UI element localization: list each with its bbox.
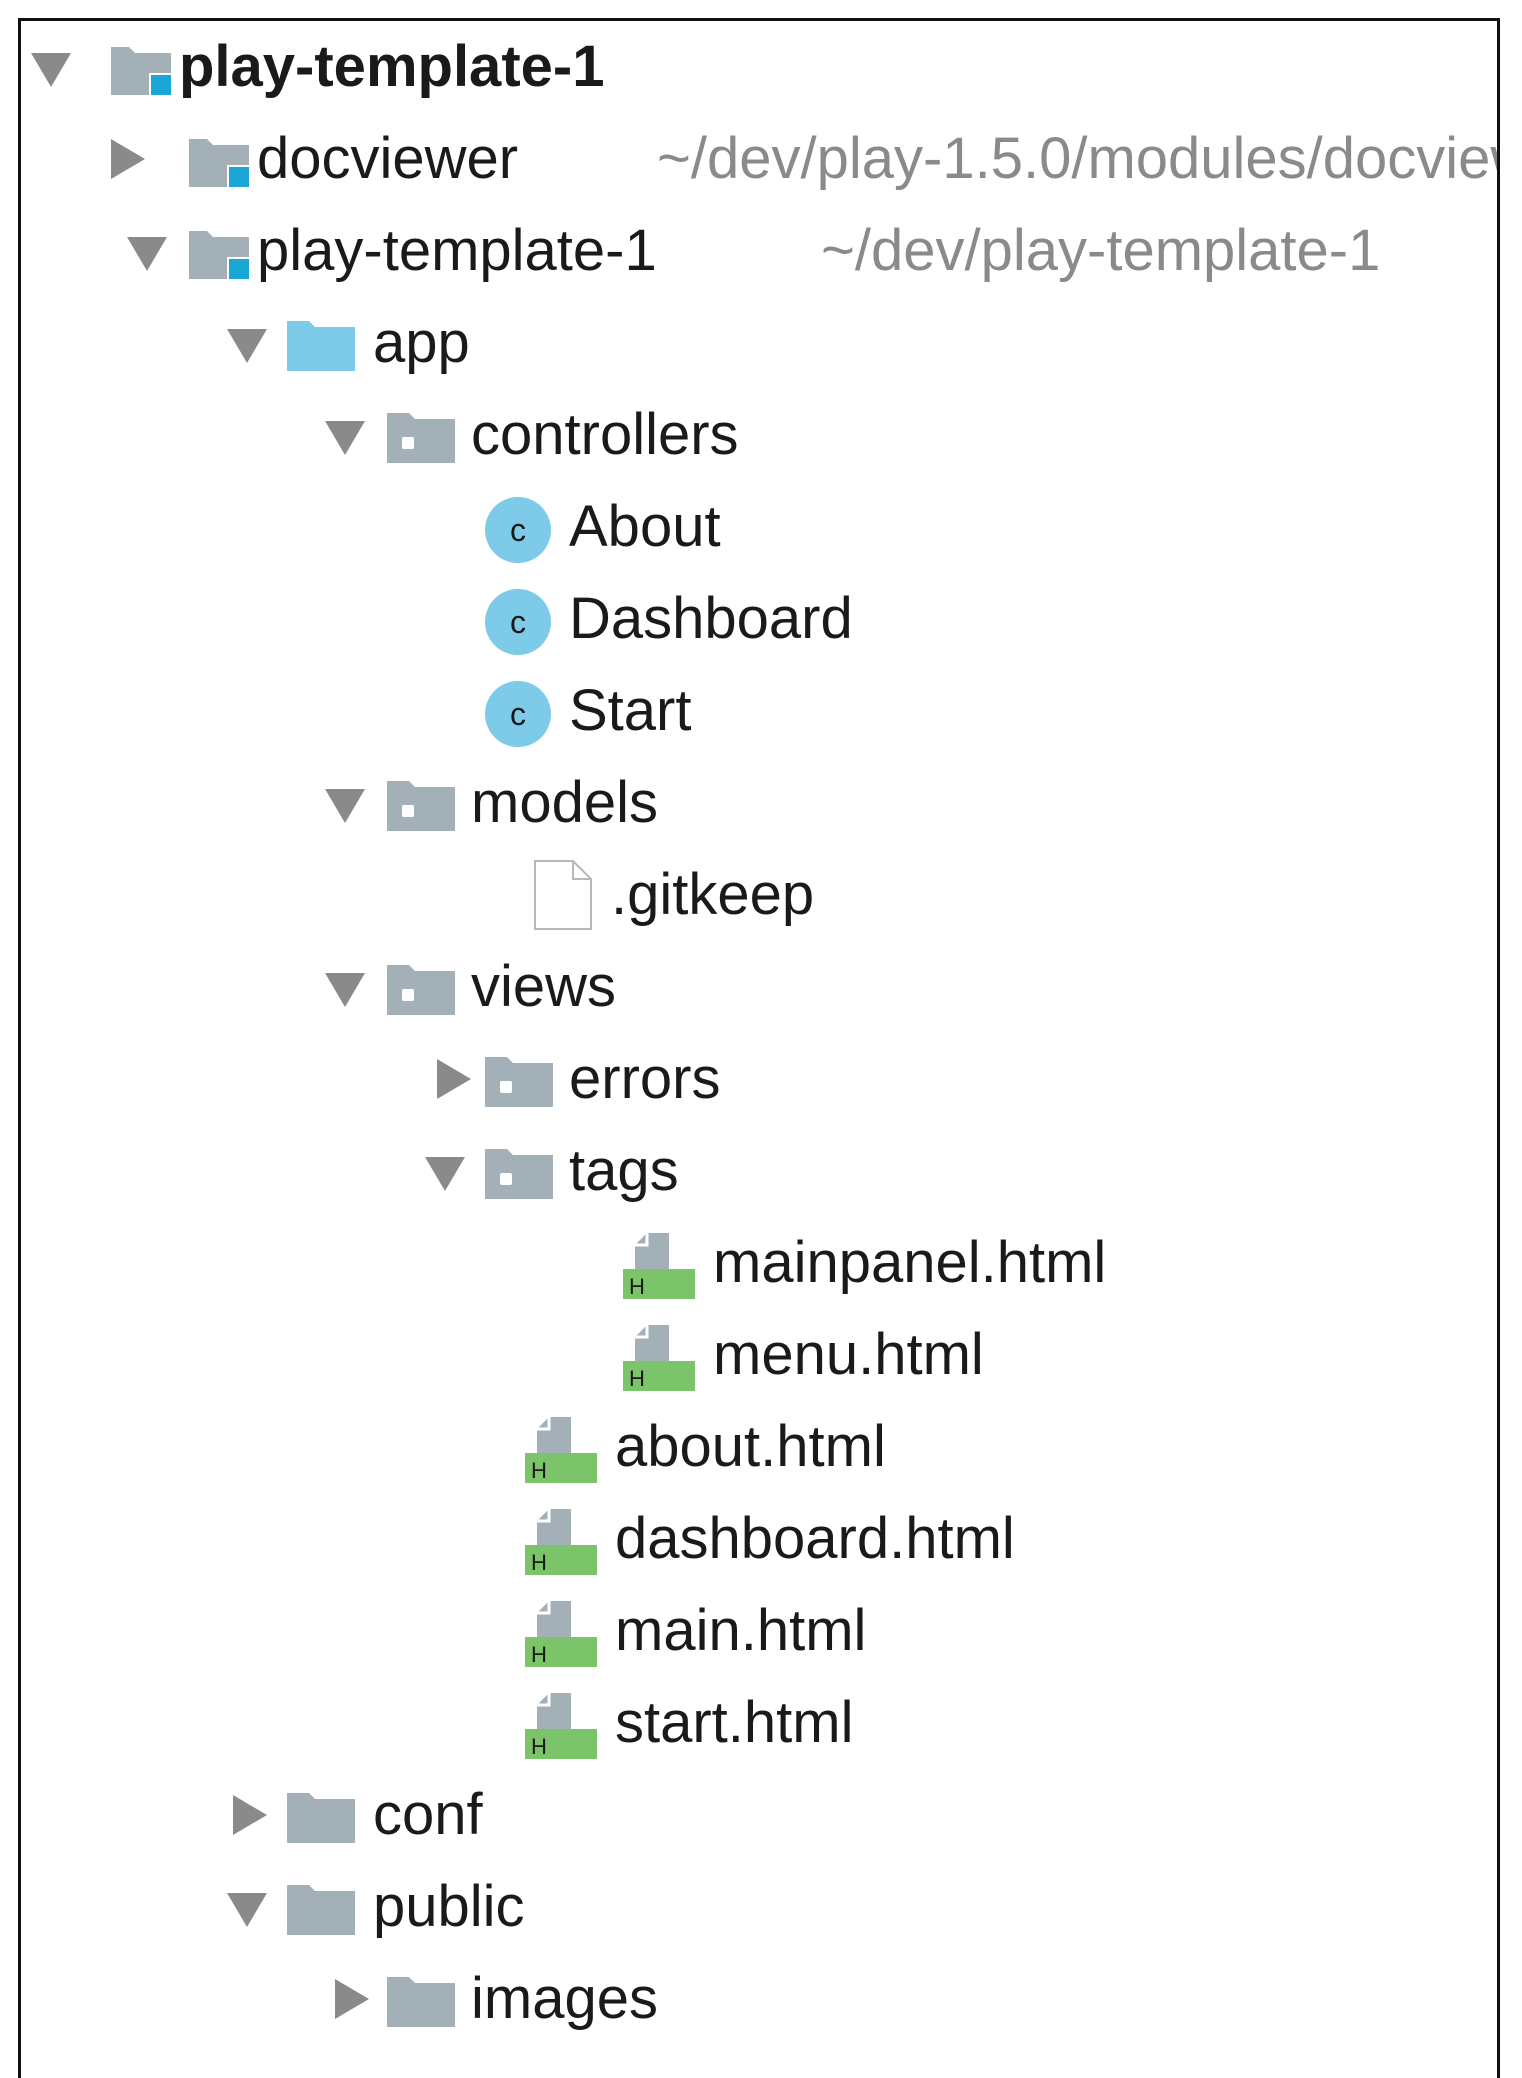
tree-node-label: about.html	[615, 1414, 886, 1479]
html-file-icon: H	[525, 1599, 597, 1672]
svg-text:H: H	[531, 1642, 547, 1667]
tree-node-label: dashboard.html	[615, 1506, 1015, 1571]
project-tree: play-template-1 docviewer ~/dev/play-1.5…	[21, 21, 1497, 2078]
module-icon	[189, 135, 249, 192]
folder-icon	[287, 1791, 355, 1848]
tree-node-start-class[interactable]: c Start	[21, 665, 1497, 757]
html-file-icon: H	[525, 1415, 597, 1488]
html-file-icon: H	[525, 1691, 597, 1764]
html-file-icon: H	[623, 1231, 695, 1304]
tree-node-label: start.html	[615, 1690, 854, 1755]
tree-node-label: public	[373, 1874, 525, 1939]
tree-node-label: About	[569, 494, 721, 559]
package-icon	[485, 1147, 553, 1204]
html-file-icon: H	[525, 1507, 597, 1580]
tree-node-label: Start	[569, 678, 692, 743]
module-path: ~/dev/play-template-1	[821, 218, 1381, 283]
collapse-arrow-icon[interactable]	[111, 139, 145, 179]
folder-icon	[387, 1975, 455, 2032]
tree-node-views[interactable]: views	[21, 941, 1497, 1033]
tree-node-label: images	[471, 1966, 658, 2031]
tree-node-label: play-template-1	[179, 34, 605, 99]
svg-text:c: c	[510, 696, 526, 732]
expand-arrow-icon[interactable]	[425, 1157, 465, 1191]
expand-arrow-icon[interactable]	[325, 973, 365, 1007]
tree-node-conf[interactable]: conf	[21, 1769, 1497, 1861]
tree-node-menu-html[interactable]: H menu.html	[21, 1309, 1497, 1401]
collapse-arrow-icon[interactable]	[437, 1059, 471, 1099]
tree-node-root[interactable]: play-template-1	[21, 21, 1497, 113]
tree-node-start-html[interactable]: H start.html	[21, 1677, 1497, 1769]
tree-node-label: main.html	[615, 1598, 867, 1663]
collapse-arrow-icon[interactable]	[233, 1795, 267, 1835]
source-folder-icon	[287, 319, 355, 376]
module-icon	[111, 43, 171, 100]
tree-node-label: controllers	[471, 402, 739, 467]
class-icon: c	[485, 681, 551, 752]
module-path: ~/dev/play-1.5.0/modules/docviewer	[657, 126, 1500, 191]
tree-node-label: tags	[569, 1138, 679, 1203]
expand-arrow-icon[interactable]	[227, 329, 267, 363]
tree-node-main-html[interactable]: H main.html	[21, 1585, 1497, 1677]
tree-node-about-class[interactable]: c About	[21, 481, 1497, 573]
tree-node-gitkeep[interactable]: .gitkeep	[21, 849, 1497, 941]
expand-arrow-icon[interactable]	[227, 1893, 267, 1927]
tree-node-label: views	[471, 954, 617, 1019]
tree-node-images[interactable]: images	[21, 1953, 1497, 2045]
svg-text:H: H	[531, 1550, 547, 1575]
expand-arrow-icon[interactable]	[31, 53, 71, 87]
tree-node-label: .gitkeep	[611, 862, 815, 927]
tree-node-label: conf	[373, 1782, 483, 1847]
tree-node-label: mainpanel.html	[713, 1230, 1107, 1295]
tree-node-models[interactable]: models	[21, 757, 1497, 849]
package-icon	[485, 1055, 553, 1112]
tree-node-label: play-template-1	[257, 218, 657, 283]
svg-text:c: c	[510, 604, 526, 640]
tree-node-label: docviewer	[257, 126, 519, 191]
tree-node-tags[interactable]: tags	[21, 1125, 1497, 1217]
tree-node-label: Dashboard	[569, 586, 853, 651]
tree-node-dashboard-html[interactable]: H dashboard.html	[21, 1493, 1497, 1585]
tree-node-mainpanel-html[interactable]: H mainpanel.html	[21, 1217, 1497, 1309]
module-icon	[189, 227, 249, 284]
html-file-icon: H	[623, 1323, 695, 1396]
tree-node-label: app	[373, 310, 470, 375]
svg-text:H: H	[531, 1734, 547, 1759]
class-icon: c	[485, 497, 551, 568]
file-icon	[533, 859, 593, 936]
package-icon	[387, 963, 455, 1020]
collapse-arrow-icon[interactable]	[335, 1979, 369, 2019]
tree-node-label: models	[471, 770, 658, 835]
tree-node-label: errors	[569, 1046, 721, 1111]
tree-node-dashboard-class[interactable]: c Dashboard	[21, 573, 1497, 665]
tree-node-errors[interactable]: errors	[21, 1033, 1497, 1125]
class-icon: c	[485, 589, 551, 660]
tree-node-label: menu.html	[713, 1322, 984, 1387]
tree-node-about-html[interactable]: H about.html	[21, 1401, 1497, 1493]
folder-icon	[287, 1883, 355, 1940]
tree-node-docviewer[interactable]: docviewer ~/dev/play-1.5.0/modules/docvi…	[21, 113, 1497, 205]
tree-node-app[interactable]: app	[21, 297, 1497, 389]
svg-text:H: H	[629, 1274, 645, 1299]
package-icon	[387, 779, 455, 836]
expand-arrow-icon[interactable]	[325, 789, 365, 823]
tree-node-controllers[interactable]: controllers	[21, 389, 1497, 481]
expand-arrow-icon[interactable]	[127, 237, 167, 271]
expand-arrow-icon[interactable]	[325, 421, 365, 455]
svg-text:H: H	[531, 1458, 547, 1483]
svg-text:H: H	[629, 1366, 645, 1391]
project-tree-panel: play-template-1 docviewer ~/dev/play-1.5…	[18, 18, 1500, 2078]
package-icon	[387, 411, 455, 468]
tree-node-public[interactable]: public	[21, 1861, 1497, 1953]
svg-text:c: c	[510, 512, 526, 548]
tree-node-play-template-module[interactable]: play-template-1 ~/dev/play-template-1	[21, 205, 1497, 297]
